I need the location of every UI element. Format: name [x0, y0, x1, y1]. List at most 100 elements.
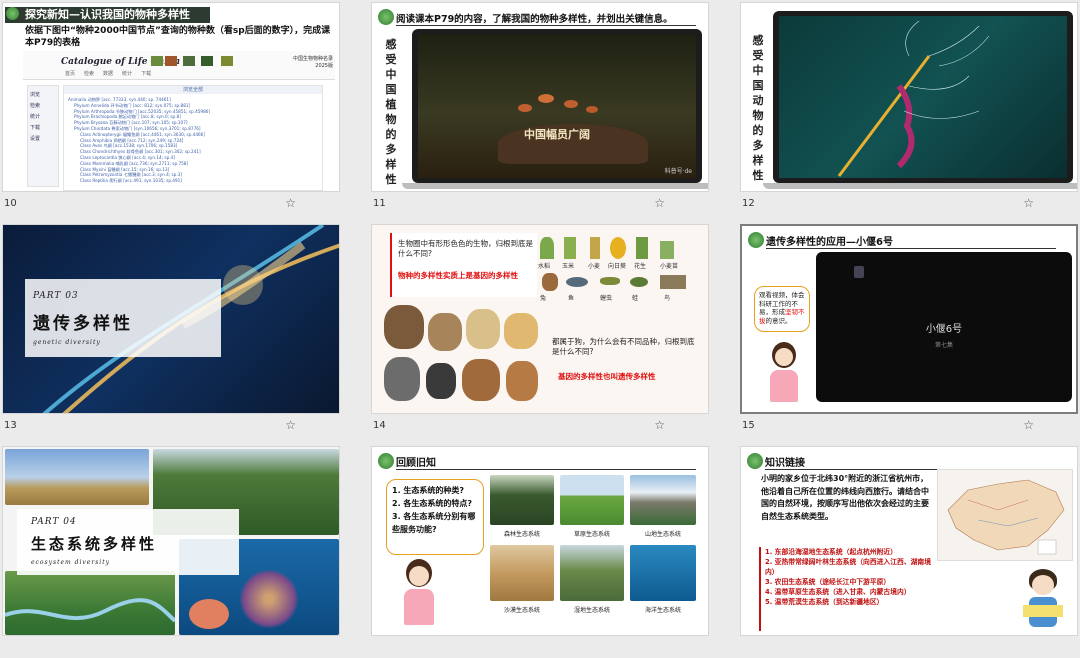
ecosystem-photo — [560, 545, 624, 601]
review-question: 1. 生态系统的种类? — [392, 486, 465, 495]
video-title: 小偃6号 — [925, 324, 963, 335]
slide-number: 11 — [373, 198, 386, 209]
sea-creature-illustration — [837, 20, 990, 177]
star-icon[interactable]: ☆ — [1023, 418, 1034, 432]
organism-label: 鸟 — [664, 295, 671, 302]
ecosystem-label: 森林生态系统 — [503, 531, 540, 538]
teacher-girl-illustration — [396, 559, 440, 629]
star-icon[interactable]: ☆ — [285, 196, 296, 210]
ecosystem-photo — [630, 545, 696, 601]
slide-thumb-10[interactable]: 探究新知—认识我国的物种多样性 依据下图中“物种2000中国节点”查询的物种数（… — [2, 2, 340, 214]
ecosystem-label: 湿地生态系统 — [573, 607, 610, 614]
reading-boy-illustration — [1021, 569, 1065, 631]
slide-subtitle: 依据下图中“物种2000中国节点”查询的物种数（看sp后面的数字），完成课本P7… — [25, 26, 331, 48]
slide-thumb-17[interactable]: 回顾旧知 1. 生态系统的种类? 2. 各生态系统的特点? 3. 各生态系统分别… — [371, 446, 709, 658]
organism-label: 小麦苗 — [660, 263, 679, 270]
tree-item[interactable]: Phylum Annelida 环节动物门 [acc. 812; syn.075… — [68, 103, 210, 109]
tree-item[interactable]: Class Actinopterygii 辐鳍鱼纲 [acc.4461; syn… — [68, 132, 210, 138]
side-settings[interactable]: 设置 — [30, 134, 56, 145]
slide-title: 回顾旧知 — [396, 458, 436, 469]
part-en: ecosystem diversity — [31, 559, 110, 566]
slide-thumb-16[interactable]: PART 04 生态系统多样性 ecosystem diversity — [2, 446, 340, 658]
question-1: 生物圈中有形形色色的生物，归根到底是什么不同? — [398, 239, 533, 258]
star-icon[interactable]: ☆ — [285, 418, 296, 432]
slide-thumb-12[interactable]: 感受中国动物的多样性 12 ☆ — [740, 2, 1078, 214]
part-card: PART 03 遗传多样性 genetic diversity — [25, 279, 221, 357]
tree-item[interactable]: Phylum Chordata 脊索动物门 [syn.10656; syn.37… — [68, 126, 210, 132]
side-browse[interactable]: 浏览 — [30, 90, 56, 101]
organism-label: 花生 — [634, 263, 647, 270]
slide-10[interactable]: 探究新知—认识我国的物种多样性 依据下图中“物种2000中国节点”查询的物种数（… — [2, 2, 340, 192]
part-card: PART 04 生态系统多样性 ecosystem diversity — [17, 509, 239, 575]
tree-item[interactable]: Class Reptilia 爬行纲 [acc.491; syn.1035; s… — [68, 178, 210, 184]
teacher-girl-illustration — [762, 342, 806, 406]
organism-label: 蛙 — [632, 295, 639, 302]
leaf-logo-icon — [6, 7, 19, 20]
slide-number: 12 — [742, 198, 755, 209]
leaf-logo-icon — [378, 9, 394, 25]
slide-15[interactable]: 遗传多样性的应用—小偃6号 小偃6号 第七集 观看视频，体会科研工作的不易，形成… — [740, 224, 1078, 414]
part-heading: 生态系统多样性 — [31, 535, 158, 553]
organism-label: 玉米 — [562, 263, 575, 270]
slide-number: 14 — [373, 420, 386, 431]
leaf-logo-icon — [748, 232, 764, 248]
answer-item: 5. 温带荒漠生态系统（到达新疆地区） — [765, 598, 884, 606]
slide-18[interactable]: 知识链接 小明的家乡位于北纬30°附近的浙江省杭州市，他沿着自己所在位置的纬线向… — [740, 446, 1078, 636]
video-screen[interactable]: 中国幅员广阔 科普号·de — [418, 34, 696, 178]
answer-item: 4. 温带草原生态系统（进入甘肃、内蒙古境内） — [765, 588, 911, 596]
question-2: 都属于狗，为什么会有不同品种，归根到底是什么不同? — [552, 337, 695, 356]
slide-14[interactable]: 生物圈中有形形色色的生物，归根到底是什么不同? 物种的多样性实质上是基因的多样性… — [371, 224, 709, 414]
side-search[interactable]: 检索 — [30, 101, 56, 112]
slide-title: 遗传多样性的应用—小偃6号 — [766, 237, 893, 248]
ecosystem-label: 沙漠生态系统 — [503, 607, 540, 614]
slide-thumb-18[interactable]: 知识链接 小明的家乡位于北纬30°附近的浙江省杭州市，他沿着自己所在位置的纬线向… — [740, 446, 1078, 658]
menu-download[interactable]: 下载 — [141, 70, 151, 77]
slide-thumb-15[interactable]: 遗传多样性的应用—小偃6号 小偃6号 第七集 观看视频，体会科研工作的不易，形成… — [740, 224, 1078, 436]
slide-17[interactable]: 回顾旧知 1. 生态系统的种类? 2. 各生态系统的特点? 3. 各生态系统分别… — [371, 446, 709, 636]
leaf-logo-icon — [378, 453, 394, 469]
answer-list: 1. 东部沿海湿地生态系统（起点杭州附近） 2. 亚热带常绿阔叶林生态系统（向西… — [759, 547, 933, 631]
menu-home[interactable]: 首页 — [65, 70, 75, 77]
star-icon[interactable]: ☆ — [1023, 196, 1034, 210]
organism-label: 向日葵 — [608, 263, 627, 270]
channel-logo-icon — [854, 266, 864, 278]
organism-label: 兔 — [540, 295, 547, 302]
watermark: 科普号·de — [664, 168, 692, 175]
side-text: 感受中国植物的多样性 — [385, 38, 397, 186]
organism-label: 水稻 — [538, 263, 551, 270]
slide-16[interactable]: PART 04 生态系统多样性 ecosystem diversity — [2, 446, 340, 636]
slide-number: 10 — [4, 198, 17, 209]
menu-search[interactable]: 检索 — [84, 70, 94, 77]
review-question: 3. 各生态系统分别有哪些服务功能? — [392, 512, 476, 534]
menu-data[interactable]: 数据 — [103, 70, 113, 77]
leaf-logo-icon — [747, 453, 763, 469]
tree-header: 浏览全部 — [64, 86, 322, 94]
video-subtitle: 第七集 — [934, 342, 953, 349]
slide-12[interactable]: 感受中国动物的多样性 — [740, 2, 1078, 192]
organism-label: 小麦 — [588, 263, 601, 270]
video-screen[interactable] — [779, 16, 1067, 178]
slide-title: 知识链接 — [765, 458, 805, 469]
slide-thumb-13[interactable]: PART 03 遗传多样性 genetic diversity 13 ☆ — [2, 224, 340, 436]
china-map — [937, 469, 1073, 561]
star-icon[interactable]: ☆ — [654, 196, 665, 210]
savanna-photo — [5, 449, 149, 505]
slide-13[interactable]: PART 03 遗传多样性 genetic diversity — [2, 224, 340, 414]
slide-thumb-14[interactable]: 生物圈中有形形色色的生物，归根到底是什么不同? 物种的多样性实质上是基因的多样性… — [371, 224, 709, 436]
side-download[interactable]: 下载 — [30, 123, 56, 134]
menu-stats[interactable]: 统计 — [122, 70, 132, 77]
ecosystem-label: 草原生态系统 — [573, 531, 610, 538]
part-label: PART 03 — [33, 291, 79, 301]
slide-title: 阅读课本P79的内容，了解我国的物种多样性，并划出关键信息。 — [396, 14, 673, 25]
side-text: 感受中国动物的多样性 — [752, 34, 764, 182]
slide-thumb-11[interactable]: 阅读课本P79的内容，了解我国的物种多样性，并划出关键信息。 感受中国植物的多样… — [371, 2, 709, 214]
answer-item: 1. 东部沿海湿地生态系统（起点杭州附近） — [765, 548, 898, 556]
review-questions: 1. 生态系统的种类? 2. 各生态系统的特点? 3. 各生态系统分别有哪些服务… — [386, 479, 484, 555]
slide-11[interactable]: 阅读课本P79的内容，了解我国的物种多样性，并划出关键信息。 感受中国植物的多样… — [371, 2, 709, 192]
slide-number: 13 — [4, 420, 17, 431]
video-player[interactable]: 小偃6号 第七集 — [816, 252, 1072, 402]
part-heading: 遗传多样性 — [33, 314, 133, 334]
year-label: 中国生物物种名录 2025版 — [292, 56, 333, 69]
star-icon[interactable]: ☆ — [654, 418, 665, 432]
side-stats[interactable]: 统计 — [30, 112, 56, 123]
